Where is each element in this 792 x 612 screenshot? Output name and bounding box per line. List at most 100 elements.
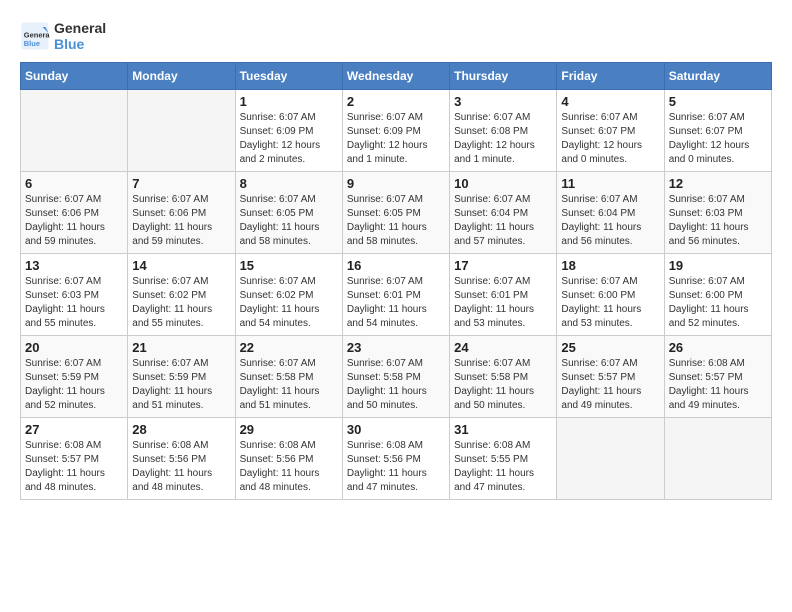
calendar-week-2: 6 Sunrise: 6:07 AMSunset: 6:06 PMDaylight… <box>21 172 772 254</box>
calendar-cell: 14Sunrise: 6:07 AMSunset: 6:02 PMDayligh… <box>128 254 235 336</box>
day-info: Sunrise: 6:07 AMSunset: 5:58 PMDaylight:… <box>454 357 552 413</box>
calendar-cell: 12 Sunrise: 6:07 AMSunset: 6:03 PMDayligh… <box>664 172 771 254</box>
calendar-cell: 3 Sunrise: 6:07 AMSunset: 6:08 PMDaylight… <box>450 90 557 172</box>
day-info: Sunrise: 6:07 AMSunset: 6:03 PMDaylight:… <box>25 275 123 331</box>
day-info: Sunrise: 6:07 AMSunset: 5:57 PMDaylight:… <box>561 357 659 413</box>
calendar-cell <box>557 418 664 500</box>
calendar-cell: 27 Sunrise: 6:08 AMSunset: 5:57 PMDayligh… <box>21 418 128 500</box>
day-info: Sunrise: 6:07 AMSunset: 6:04 PMDaylight:… <box>454 193 552 249</box>
logo: General Blue General Blue <box>20 20 106 52</box>
day-info: Sunrise: 6:07 AMSunset: 6:02 PMDaylight:… <box>240 275 338 331</box>
column-header-tuesday: Tuesday <box>235 63 342 90</box>
day-info: Sunrise: 6:08 AMSunset: 5:55 PMDaylight:… <box>454 439 552 495</box>
column-header-monday: Monday <box>128 63 235 90</box>
day-number: 18 <box>561 258 659 273</box>
calendar-cell: 20Sunrise: 6:07 AMSunset: 5:59 PMDayligh… <box>21 336 128 418</box>
calendar-cell: 2Sunrise: 6:07 AMSunset: 6:09 PMDaylight… <box>342 90 449 172</box>
day-info: Sunrise: 6:07 AMSunset: 5:58 PMDaylight:… <box>347 357 445 413</box>
day-info: Sunrise: 6:07 AMSunset: 6:06 PMDaylight:… <box>25 193 123 249</box>
day-number: 23 <box>347 340 445 355</box>
calendar-cell: 29 Sunrise: 6:08 AMSunset: 5:56 PMDayligh… <box>235 418 342 500</box>
day-info: Sunrise: 6:07 AMSunset: 6:06 PMDaylight:… <box>132 193 230 249</box>
calendar-week-5: 27 Sunrise: 6:08 AMSunset: 5:57 PMDayligh… <box>21 418 772 500</box>
calendar-week-4: 20Sunrise: 6:07 AMSunset: 5:59 PMDayligh… <box>21 336 772 418</box>
day-number: 10 <box>454 176 552 191</box>
calendar-cell: 1Sunrise: 6:07 AMSunset: 6:09 PMDaylight… <box>235 90 342 172</box>
calendar-cell: 23 Sunrise: 6:07 AMSunset: 5:58 PMDayligh… <box>342 336 449 418</box>
day-number: 11 <box>561 176 659 191</box>
calendar-cell: 24 Sunrise: 6:07 AMSunset: 5:58 PMDayligh… <box>450 336 557 418</box>
day-number: 6 <box>25 176 123 191</box>
calendar-cell: 11 Sunrise: 6:07 AMSunset: 6:04 PMDayligh… <box>557 172 664 254</box>
calendar-cell: 26Sunrise: 6:08 AMSunset: 5:57 PMDayligh… <box>664 336 771 418</box>
calendar-cell: 7 Sunrise: 6:07 AMSunset: 6:06 PMDaylight… <box>128 172 235 254</box>
day-number: 17 <box>454 258 552 273</box>
day-number: 2 <box>347 94 445 109</box>
calendar-header-row: SundayMondayTuesdayWednesdayThursdayFrid… <box>21 63 772 90</box>
calendar-cell: 19 Sunrise: 6:07 AMSunset: 6:00 PMDayligh… <box>664 254 771 336</box>
column-header-wednesday: Wednesday <box>342 63 449 90</box>
calendar-cell: 6 Sunrise: 6:07 AMSunset: 6:06 PMDaylight… <box>21 172 128 254</box>
logo-icon: General Blue <box>20 21 50 51</box>
calendar-table: SundayMondayTuesdayWednesdayThursdayFrid… <box>20 62 772 500</box>
day-info: Sunrise: 6:08 AMSunset: 5:57 PMDaylight:… <box>25 439 123 495</box>
column-header-thursday: Thursday <box>450 63 557 90</box>
calendar-cell: 5Sunrise: 6:07 AMSunset: 6:07 PMDaylight… <box>664 90 771 172</box>
day-info: Sunrise: 6:07 AMSunset: 6:05 PMDaylight:… <box>240 193 338 249</box>
logo-general-text: General <box>54 20 106 36</box>
calendar-cell <box>664 418 771 500</box>
day-number: 28 <box>132 422 230 437</box>
calendar-cell: 15Sunrise: 6:07 AMSunset: 6:02 PMDayligh… <box>235 254 342 336</box>
day-info: Sunrise: 6:08 AMSunset: 5:56 PMDaylight:… <box>240 439 338 495</box>
day-number: 9 <box>347 176 445 191</box>
day-number: 24 <box>454 340 552 355</box>
day-number: 3 <box>454 94 552 109</box>
calendar-cell <box>21 90 128 172</box>
day-number: 22 <box>240 340 338 355</box>
calendar-cell <box>128 90 235 172</box>
day-info: Sunrise: 6:07 AMSunset: 6:00 PMDaylight:… <box>669 275 767 331</box>
calendar-cell: 9 Sunrise: 6:07 AMSunset: 6:05 PMDaylight… <box>342 172 449 254</box>
day-number: 4 <box>561 94 659 109</box>
column-header-sunday: Sunday <box>21 63 128 90</box>
day-info: Sunrise: 6:08 AMSunset: 5:56 PMDaylight:… <box>347 439 445 495</box>
day-number: 7 <box>132 176 230 191</box>
day-number: 27 <box>25 422 123 437</box>
day-info: Sunrise: 6:07 AMSunset: 6:00 PMDaylight:… <box>561 275 659 331</box>
calendar-cell: 25 Sunrise: 6:07 AMSunset: 5:57 PMDayligh… <box>557 336 664 418</box>
day-info: Sunrise: 6:07 AMSunset: 6:01 PMDaylight:… <box>454 275 552 331</box>
calendar-week-3: 13Sunrise: 6:07 AMSunset: 6:03 PMDayligh… <box>21 254 772 336</box>
calendar-cell: 28 Sunrise: 6:08 AMSunset: 5:56 PMDayligh… <box>128 418 235 500</box>
day-info: Sunrise: 6:07 AMSunset: 5:58 PMDaylight:… <box>240 357 338 413</box>
day-number: 20 <box>25 340 123 355</box>
calendar-cell: 17 Sunrise: 6:07 AMSunset: 6:01 PMDayligh… <box>450 254 557 336</box>
calendar-cell: 18 Sunrise: 6:07 AMSunset: 6:00 PMDayligh… <box>557 254 664 336</box>
day-info: Sunrise: 6:07 AMSunset: 6:01 PMDaylight:… <box>347 275 445 331</box>
day-number: 14 <box>132 258 230 273</box>
day-info: Sunrise: 6:07 AMSunset: 6:09 PMDaylight:… <box>240 111 338 167</box>
day-info: Sunrise: 6:07 AMSunset: 6:08 PMDaylight:… <box>454 111 552 167</box>
calendar-cell: 31 Sunrise: 6:08 AMSunset: 5:55 PMDayligh… <box>450 418 557 500</box>
calendar-cell: 8 Sunrise: 6:07 AMSunset: 6:05 PMDaylight… <box>235 172 342 254</box>
calendar-cell: 21Sunrise: 6:07 AMSunset: 5:59 PMDayligh… <box>128 336 235 418</box>
day-number: 31 <box>454 422 552 437</box>
calendar-cell: 22 Sunrise: 6:07 AMSunset: 5:58 PMDayligh… <box>235 336 342 418</box>
day-number: 19 <box>669 258 767 273</box>
day-number: 29 <box>240 422 338 437</box>
day-number: 25 <box>561 340 659 355</box>
day-info: Sunrise: 6:07 AMSunset: 6:07 PMDaylight:… <box>561 111 659 167</box>
svg-text:Blue: Blue <box>24 39 40 48</box>
page-header: General Blue General Blue <box>20 20 772 52</box>
day-number: 12 <box>669 176 767 191</box>
day-number: 8 <box>240 176 338 191</box>
day-info: Sunrise: 6:08 AMSunset: 5:56 PMDaylight:… <box>132 439 230 495</box>
calendar-cell: 4 Sunrise: 6:07 AMSunset: 6:07 PMDaylight… <box>557 90 664 172</box>
day-number: 30 <box>347 422 445 437</box>
column-header-saturday: Saturday <box>664 63 771 90</box>
day-info: Sunrise: 6:07 AMSunset: 6:04 PMDaylight:… <box>561 193 659 249</box>
calendar-week-1: 1Sunrise: 6:07 AMSunset: 6:09 PMDaylight… <box>21 90 772 172</box>
day-info: Sunrise: 6:07 AMSunset: 6:05 PMDaylight:… <box>347 193 445 249</box>
logo-blue-text: Blue <box>54 36 106 52</box>
calendar-cell: 16Sunrise: 6:07 AMSunset: 6:01 PMDayligh… <box>342 254 449 336</box>
day-info: Sunrise: 6:07 AMSunset: 6:03 PMDaylight:… <box>669 193 767 249</box>
